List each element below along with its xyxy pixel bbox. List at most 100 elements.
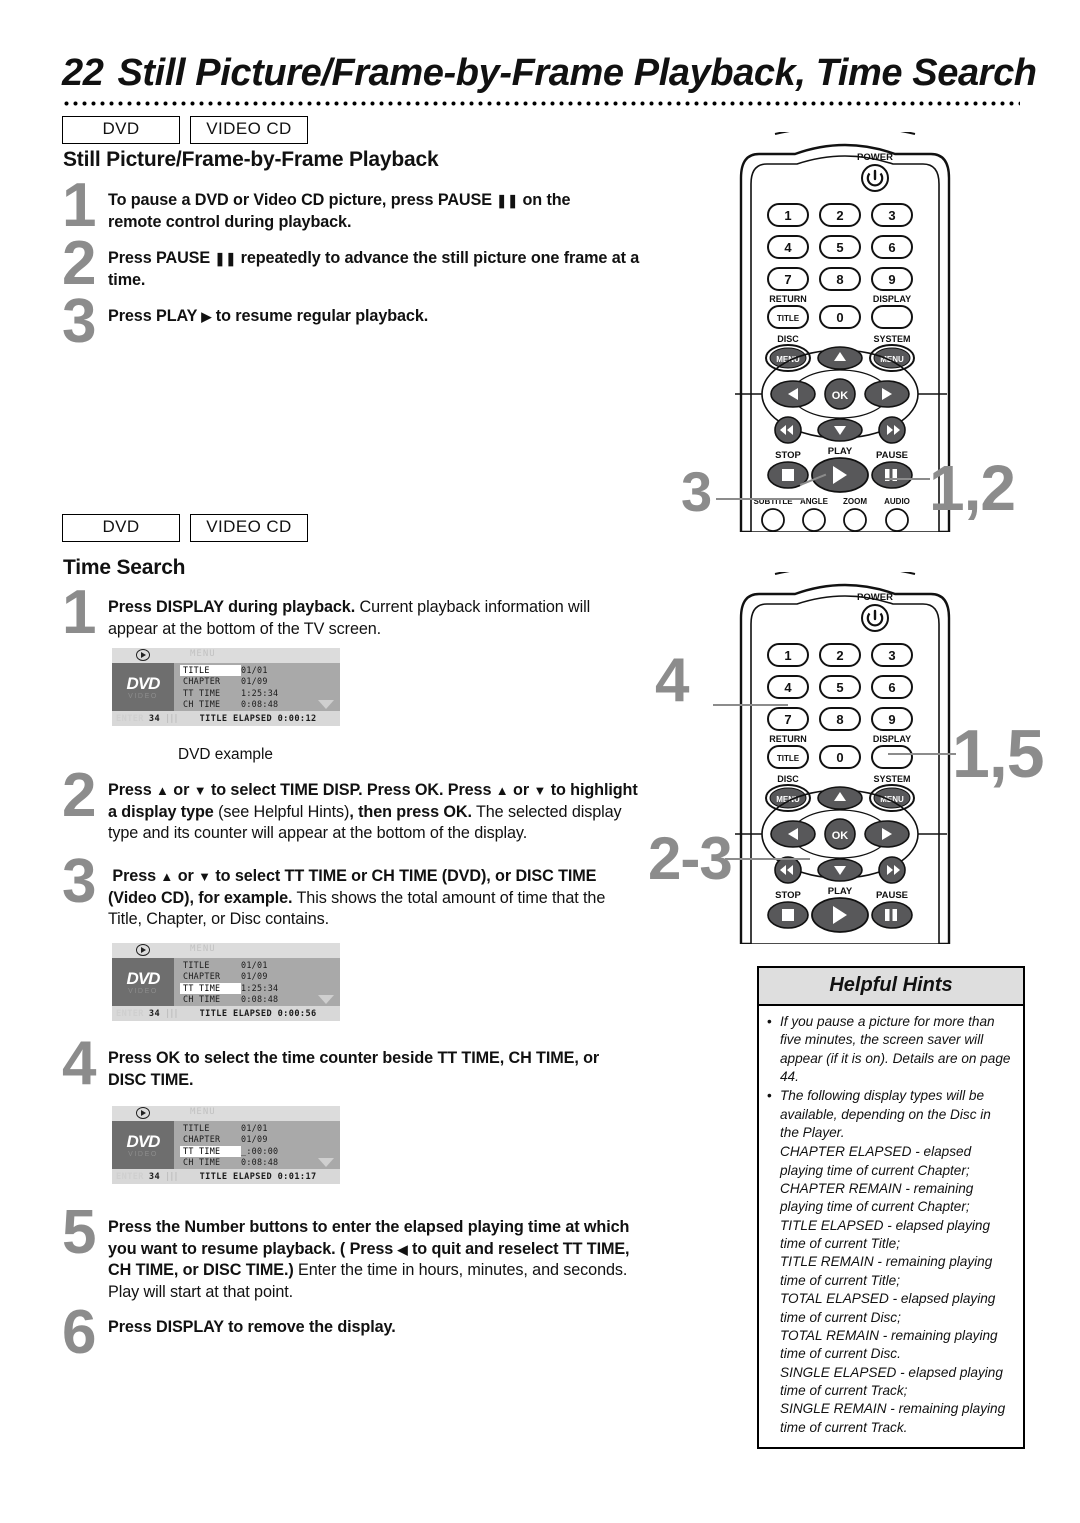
svg-text:0: 0 — [836, 750, 843, 765]
osd-status-text: TITLE ELAPSED 0:00:56 — [199, 1008, 317, 1019]
step-item: 1 To pause a DVD or Video CD picture, pr… — [62, 175, 622, 236]
osd-row-label: TITLE — [183, 960, 210, 970]
display-type-item: SINGLE ELAPSED - elapsed playing time of… — [780, 1364, 1003, 1398]
svg-text:OK: OK — [832, 390, 849, 402]
svg-text:5: 5 — [836, 680, 843, 695]
leader-line-pause — [885, 478, 930, 481]
osd-enter-hint: ENTER — [116, 1171, 144, 1182]
step-number: 3 — [62, 847, 97, 916]
svg-text:STOP: STOP — [775, 450, 801, 461]
dvd-video-logo: DVD VIDEO — [112, 1121, 174, 1169]
hint-item: • The following display types will be av… — [767, 1087, 1013, 1142]
svg-text:STOP: STOP — [775, 890, 801, 901]
svg-text:6: 6 — [888, 680, 895, 695]
osd-row-value: 0:08:48 — [241, 699, 279, 710]
svg-text:7: 7 — [784, 272, 791, 287]
osd-row-label: TT TIME — [183, 687, 221, 698]
section-heading-time-search: Time Search — [63, 556, 186, 579]
osd-menu-label: MENU — [190, 649, 216, 659]
bullet-icon: • — [767, 1014, 772, 1029]
osd-row: CHAPTER 01/09 — [180, 676, 340, 687]
svg-text:DISPLAY: DISPLAY — [873, 734, 911, 744]
page-number: 22 — [62, 52, 104, 94]
badge-dvd: DVD — [62, 514, 180, 542]
play-icon — [136, 944, 150, 956]
svg-text:4: 4 — [784, 680, 792, 695]
osd-row: TT TIME 1:25:34 — [180, 982, 340, 995]
display-type-item: TOTAL REMAIN - remaining playing time of… — [780, 1327, 998, 1362]
osd-top-bar: MENU — [112, 648, 340, 663]
svg-text:TITLE: TITLE — [777, 754, 800, 763]
step-text: Press ▲ or ▼ to select TT TIME or CH TIM… — [108, 867, 606, 929]
osd-menu-label: MENU — [190, 1107, 216, 1117]
osd-row-value: 01/01 — [241, 960, 268, 970]
dotted-divider — [62, 100, 1020, 107]
svg-text:POWER: POWER — [857, 152, 893, 163]
osd-bottom-bar: ENTER 34 ||| TITLE ELAPSED 0:00:56 — [112, 1006, 340, 1021]
osd-row: CH TIME 0:08:48 — [180, 699, 340, 710]
display-type-item: SINGLE REMAIN - remaining playing time o… — [780, 1401, 1006, 1435]
osd-example-3: MENU DVD VIDEO TITLE 01/01 CHAPTER 01/09 T… — [112, 1106, 340, 1184]
badge-row-section1: DVD VIDEO CD — [62, 116, 308, 144]
step-item: 2 Press ▲ or ▼ to select TIME DISP. Pres… — [62, 765, 642, 845]
svg-text:3: 3 — [888, 208, 895, 223]
play-icon — [136, 1107, 150, 1119]
osd-status-text: TITLE ELAPSED 0:01:17 — [199, 1171, 317, 1182]
step-text: Press PLAY ▶ to resume regular playback. — [108, 307, 429, 325]
svg-text:2: 2 — [836, 208, 843, 223]
dvd-logo-text: DVD — [126, 1131, 161, 1151]
step-text: Press PAUSE ❚❚ repeatedly to advance the… — [108, 249, 640, 289]
osd-bottom-bar: ENTER 34 ||| TITLE ELAPSED 0:01:17 — [112, 1169, 340, 1184]
osd-caption-dvd-example: DVD example — [178, 746, 273, 763]
osd-row: CHAPTER 01/09 — [180, 971, 340, 982]
step-number: 1 — [62, 578, 97, 647]
helpful-hints-box: Helpful Hints • If you pause a picture f… — [757, 966, 1025, 1449]
step-text: To pause a DVD or Video CD picture, pres… — [108, 191, 571, 231]
osd-row-label: TITLE — [180, 665, 241, 677]
svg-text:4: 4 — [784, 240, 792, 255]
svg-text:1: 1 — [784, 648, 791, 663]
manual-page: 22 Still Picture/Frame-by-Frame Playback,… — [0, 0, 1080, 1523]
step-text: Press the Number buttons to enter the el… — [108, 1218, 630, 1301]
svg-text:9: 9 — [888, 712, 895, 727]
badge-row-section2: DVD VIDEO CD — [62, 514, 308, 542]
video-logo-text: VIDEO — [128, 1150, 158, 1158]
osd-bars-icon: ||| — [165, 713, 179, 724]
remote-control-diagram-1: POWER 1 2 3 4 5 6 7 8 9 RETURN DISPLAY T… — [735, 132, 955, 532]
dvd-video-logo: DVD VIDEO — [112, 663, 174, 711]
osd-rows: TITLE 01/01 CHAPTER 01/09 TT TIME 1:25:34 C… — [174, 958, 340, 1006]
step-number: 2 — [62, 229, 97, 298]
osd-bars-icon: ||| — [165, 1008, 179, 1019]
chevron-down-icon — [318, 700, 334, 709]
osd-row-value: 01/09 — [241, 1134, 268, 1145]
osd-bottom-bar: ENTER 34 ||| TITLE ELAPSED 0:00:12 — [112, 711, 340, 726]
svg-text:PLAY: PLAY — [828, 886, 853, 897]
osd-row-label: TITLE — [183, 1123, 210, 1133]
svg-text:ANGLE: ANGLE — [800, 497, 829, 506]
step-item: 1 Press DISPLAY during playback. Current… — [62, 582, 637, 643]
step-item: 5 Press the Number buttons to enter the … — [62, 1202, 647, 1303]
callout-remote1-pause: 1,2 — [929, 452, 1016, 524]
leader-line-play — [716, 498, 804, 501]
osd-row: CH TIME 0:08:48 — [180, 1157, 340, 1168]
display-type-item: TOTAL ELAPSED - elapsed playing time of … — [780, 1291, 996, 1325]
osd-status-text: TITLE ELAPSED 0:00:12 — [199, 713, 317, 724]
badge-video-cd: VIDEO CD — [190, 514, 308, 542]
step-text: Press ▲ or ▼ to select TIME DISP. Press … — [108, 781, 638, 843]
osd-row: TITLE 01/01 — [180, 665, 340, 677]
step-text: Press OK to select the time counter besi… — [108, 1049, 600, 1089]
osd-track-number: 34 — [148, 1171, 161, 1182]
hint-text: If you pause a picture for more than fiv… — [780, 1014, 1011, 1085]
osd-row-value: 01/01 — [241, 665, 268, 675]
svg-text:TITLE: TITLE — [777, 314, 800, 323]
svg-text:8: 8 — [836, 272, 843, 287]
step-item: 2 Press PAUSE ❚❚ repeatedly to advance t… — [62, 233, 642, 294]
step-item: 6 Press DISPLAY to remove the display. — [62, 1302, 622, 1363]
badge-video-cd: VIDEO CD — [190, 116, 308, 144]
osd-row-value: 01/09 — [241, 676, 268, 687]
chevron-down-icon — [318, 995, 334, 1004]
dvd-video-logo: DVD VIDEO — [112, 958, 174, 1006]
svg-text:DISC: DISC — [777, 334, 799, 344]
page-title-text: Still Picture/Frame-by-Frame Playback, T… — [117, 52, 1037, 94]
osd-row-label: CH TIME — [183, 994, 221, 1005]
